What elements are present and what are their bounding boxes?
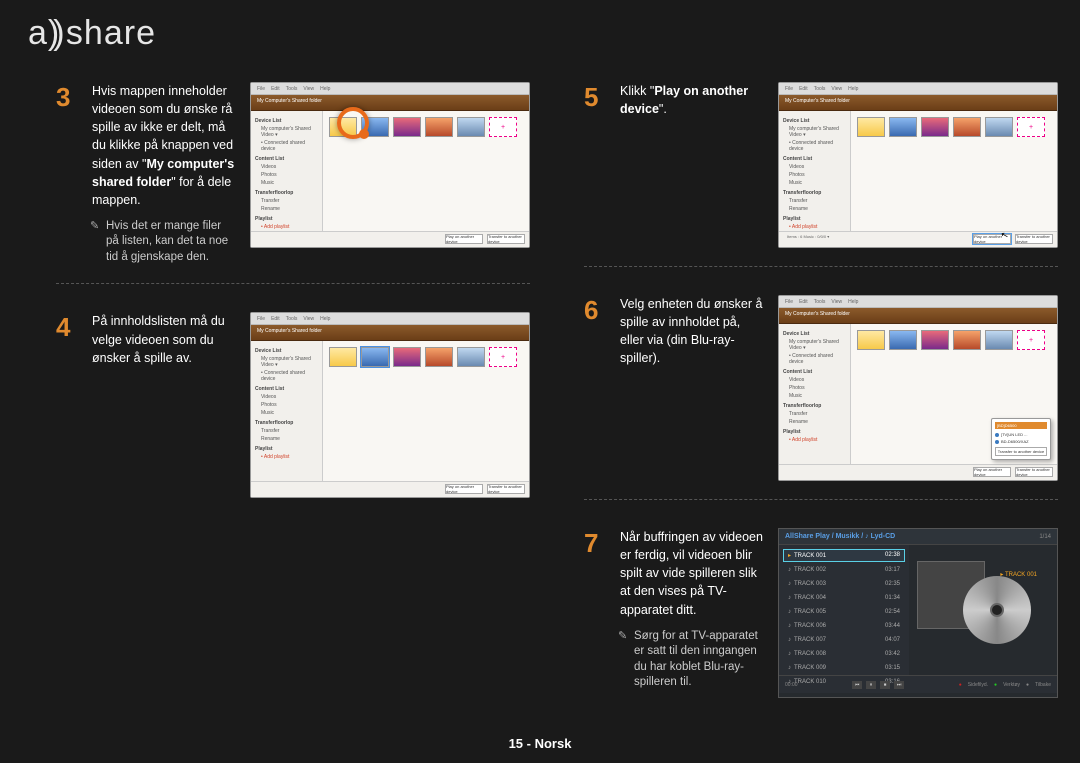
track-list[interactable]: ▸TRACK 00102:38 ♪TRACK 00203:17 ♪TRACK 0… (779, 545, 909, 675)
now-playing: ▸ TRACK 001 (1000, 571, 1037, 578)
step-number: 3 (56, 82, 78, 113)
screenshot-5: FileEditToolsViewHelp My Computer's Shar… (778, 82, 1058, 248)
step-text: Når buffringen av videoen er ferdig, vil… (620, 528, 764, 691)
step-5: 5 Klikk "Play on another device". FileEd… (584, 82, 1058, 267)
step-7: 7 Når buffringen av videoen er ferdig, v… (584, 528, 1058, 716)
content-columns: 3 Hvis mappen inneholder videoen som du … (56, 82, 1050, 723)
step-text: På innholdslisten må du velge videoen so… (92, 312, 236, 366)
play-another-button[interactable]: Play on another device (445, 234, 483, 244)
player-controls[interactable]: ⏮ ⏸ ⏹ ⏭ (852, 681, 904, 689)
highlight-ring-icon (337, 107, 369, 139)
screenshot-4: FileEditToolsViewHelp My Computer's Shar… (250, 312, 530, 498)
screenshot-3: FileEditToolsViewHelp My Computer's Shar… (250, 82, 530, 248)
stop-icon: ⏹ (880, 681, 890, 689)
step-4: 4 På innholdslisten må du velge videoen … (56, 312, 530, 516)
brand-logo: ashare (28, 14, 156, 53)
screenshot-6: FileEditToolsViewHelp My Computer's Shar… (778, 295, 1058, 481)
device-select-popup[interactable]: [BD]D6500 [TV]UN LED ... BD-D6500/XAZ Tr… (991, 418, 1051, 460)
step-text: Klikk "Play on another device". (620, 82, 764, 118)
step-text: Velg enheten du ønsker å spille av innho… (620, 295, 764, 368)
step-number: 4 (56, 312, 78, 343)
text: Når buffringen av videoen er ferdig, vil… (620, 530, 763, 617)
text: Klikk " (620, 84, 654, 98)
step-text: Hvis mappen inneholder videoen som du øn… (92, 82, 236, 265)
step-number: 5 (584, 82, 606, 113)
step-note: Hvis det er mange filer på listen, kan d… (92, 219, 236, 266)
step-note: Sørg for at TV-apparatet er satt til den… (620, 629, 764, 691)
left-column: 3 Hvis mappen inneholder videoen som du … (56, 82, 530, 723)
right-column: 5 Klikk "Play on another device". FileEd… (584, 82, 1058, 723)
page-footer: 15 - Norsk (0, 736, 1080, 751)
text: ". (659, 102, 667, 116)
prev-icon: ⏮ (852, 681, 862, 689)
step-3: 3 Hvis mappen inneholder videoen som du … (56, 82, 530, 284)
step-number: 6 (584, 295, 606, 326)
step-number: 7 (584, 528, 606, 559)
step-6: 6 Velg enheten du ønsker å spille av inn… (584, 295, 1058, 500)
disc-icon (963, 576, 1031, 644)
transfer-button[interactable]: Transfer to another device (487, 234, 525, 244)
next-icon: ⏭ (894, 681, 904, 689)
pause-icon: ⏸ (866, 681, 876, 689)
screenshot-7-player: AllShare Play / Musikk / ♪ Lyd-CD 1/14 ▸… (778, 528, 1058, 698)
player-breadcrumb: AllShare Play / Musikk / ♪ Lyd-CD (785, 533, 895, 540)
